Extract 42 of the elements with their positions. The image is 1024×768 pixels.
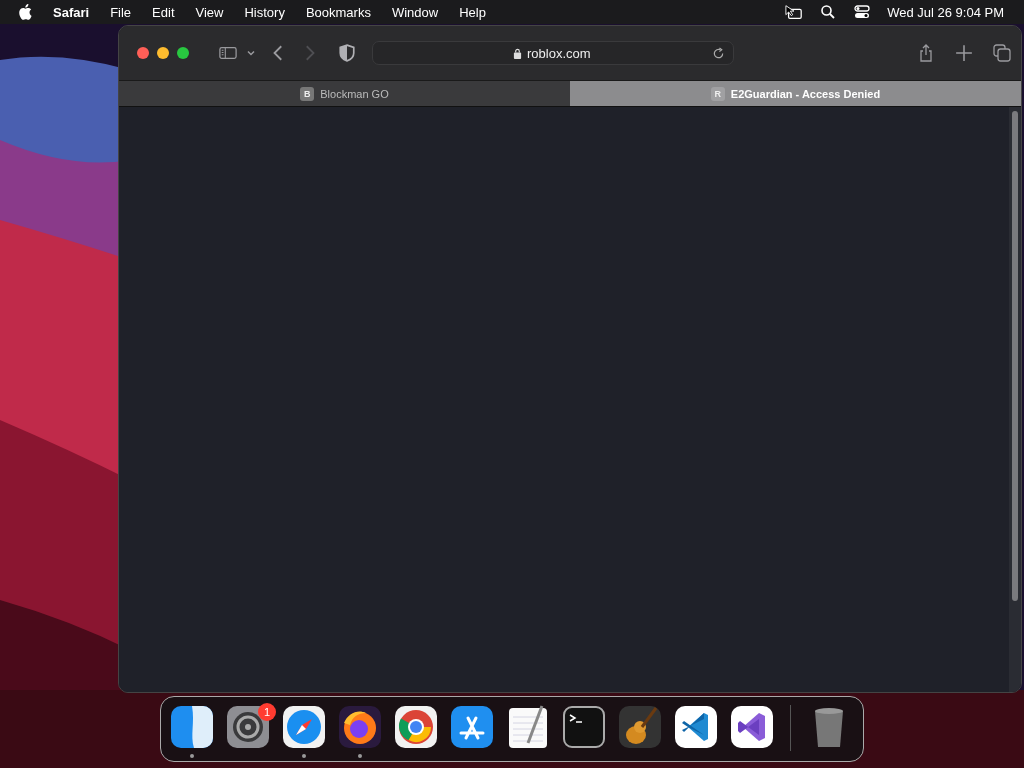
menu-item[interactable]: Help [459, 4, 486, 20]
app-menu[interactable]: Safari [53, 4, 90, 20]
shield-icon[interactable] [338, 44, 356, 62]
sidebar-icon[interactable] [219, 44, 237, 62]
lock-icon [513, 47, 522, 59]
address-field[interactable]: roblox.com [372, 41, 734, 65]
reload-icon[interactable] [712, 46, 725, 60]
firefox-app-icon[interactable] [338, 705, 382, 749]
tab-title: Blockman GO [320, 87, 389, 100]
safari-app-icon[interactable] [282, 705, 326, 749]
clock[interactable]: Wed Jul 26 9:04 PM [887, 4, 1004, 20]
menu-item[interactable]: History [244, 4, 285, 20]
favicon: R [710, 86, 725, 101]
notification-badge: 1 [258, 703, 276, 721]
visualstudio-app-icon[interactable] [730, 705, 774, 749]
vscode-app-icon[interactable] [674, 705, 718, 749]
plus-icon[interactable] [955, 44, 973, 62]
tab-overview-icon[interactable] [993, 44, 1011, 62]
minimize-button[interactable] [157, 47, 169, 59]
tab-title: E2Guardian - Access Denied [730, 87, 881, 100]
scrollbar[interactable] [1009, 107, 1021, 692]
favicon: B [300, 86, 315, 101]
scrollbar-thumb[interactable] [1012, 111, 1018, 601]
appstore-app-icon[interactable] [450, 705, 494, 749]
control-center-icon[interactable] [853, 4, 872, 20]
menu-item[interactable]: File [110, 4, 132, 20]
apple-icon[interactable] [19, 4, 33, 20]
menu-item[interactable]: View [195, 4, 224, 20]
zoom-button[interactable] [177, 47, 189, 59]
url-text: roblox.com [527, 45, 592, 61]
menu-item[interactable]: Window [391, 4, 439, 20]
menu-item[interactable]: Edit [152, 4, 175, 20]
share-icon[interactable] [917, 44, 935, 62]
menu-item[interactable]: Bookmarks [305, 4, 371, 20]
terminal-app-icon[interactable] [562, 705, 606, 749]
screen-mirroring-icon[interactable] [785, 4, 804, 20]
chevron-down-icon[interactable] [246, 48, 256, 58]
settings-app-icon[interactable] [226, 705, 270, 749]
garageband-app-icon[interactable] [618, 705, 662, 749]
textedit-app-icon[interactable] [506, 705, 550, 749]
close-button[interactable] [137, 47, 149, 59]
chrome-app-icon[interactable] [394, 705, 438, 749]
